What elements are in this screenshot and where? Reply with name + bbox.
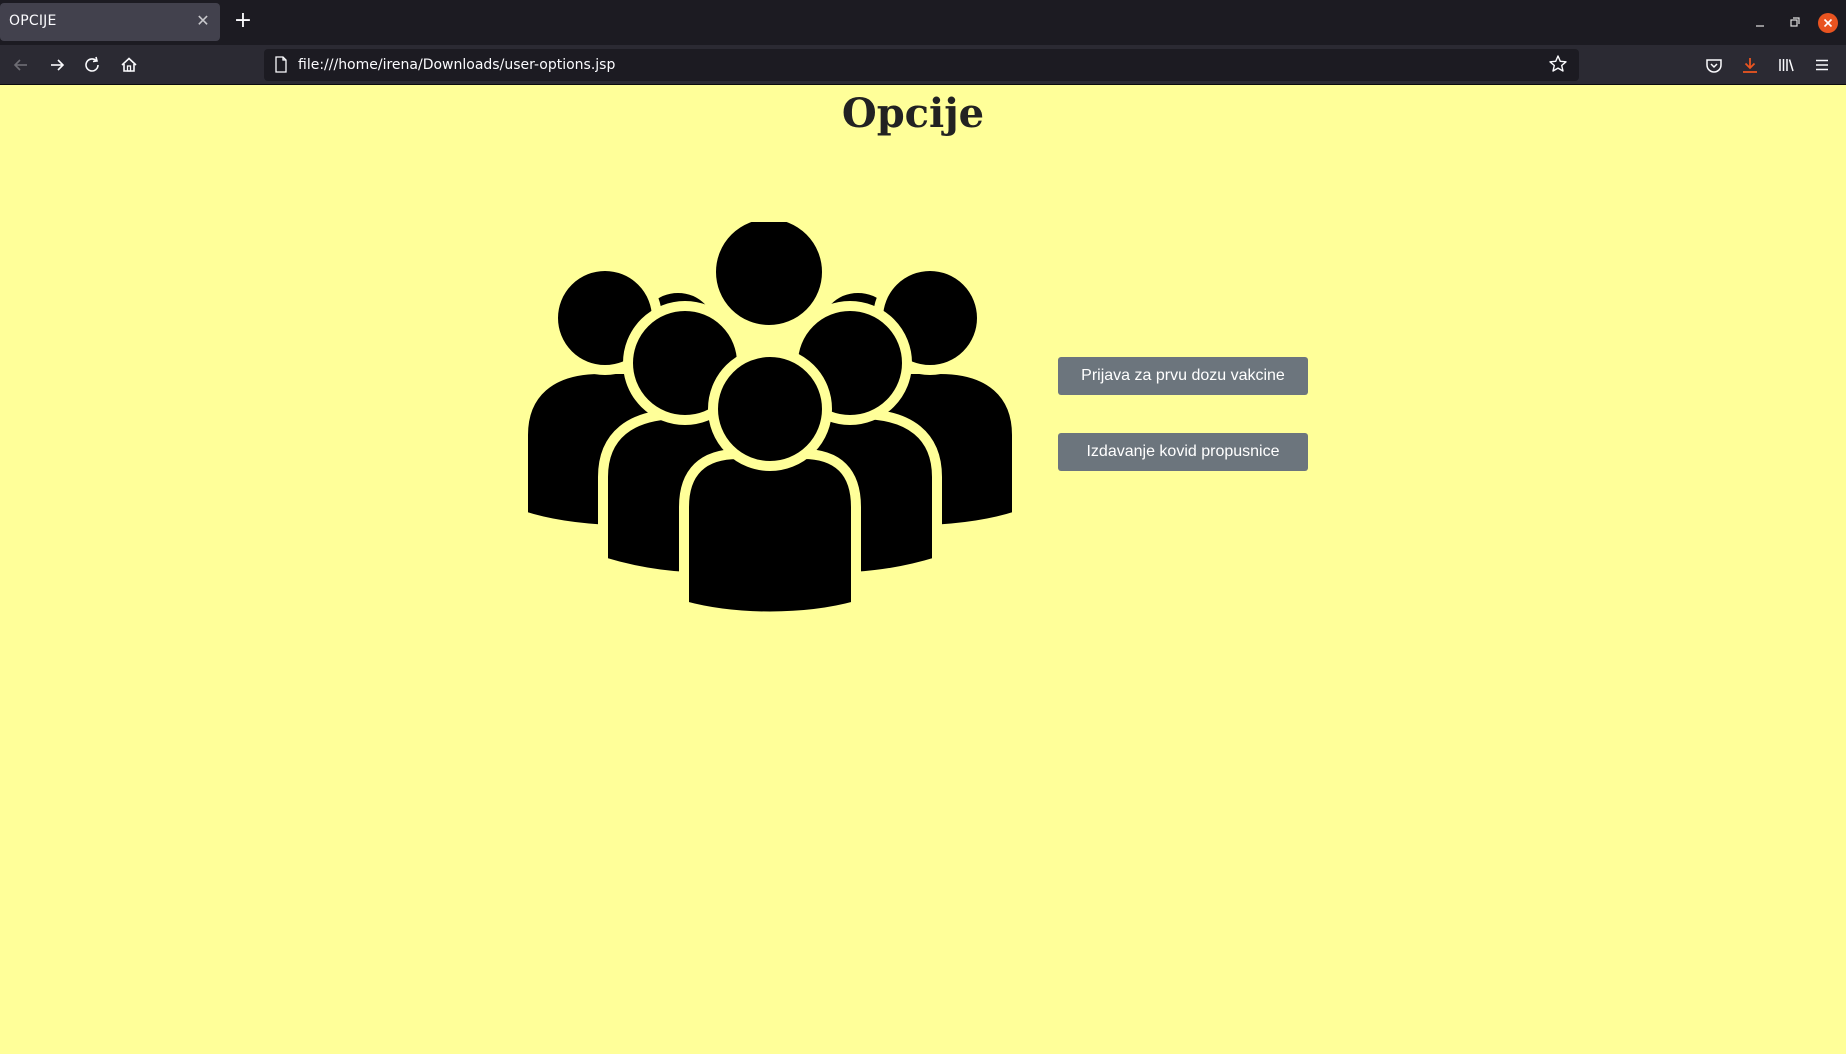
window-close-icon[interactable]: [1818, 13, 1838, 33]
library-icon[interactable]: [1773, 53, 1799, 77]
url-text[interactable]: file:///home/irena/Downloads/user-option…: [298, 57, 615, 73]
menu-icon[interactable]: [1809, 53, 1835, 77]
page-icon: [274, 56, 288, 73]
back-arrow-icon[interactable]: [8, 53, 34, 77]
reload-icon[interactable]: [80, 53, 106, 77]
home-icon[interactable]: [116, 53, 142, 77]
first-dose-registration-button[interactable]: Prijava za prvu dozu vakcine: [1058, 357, 1308, 395]
page-content: Opcije Prijava za prvu dozu vakcine Izda…: [0, 86, 1846, 1054]
tab-close-icon[interactable]: ✕: [194, 12, 212, 30]
covid-pass-button[interactable]: Izdavanje kovid propusnice: [1058, 433, 1308, 471]
tab-bar: OPCIJE ✕ +: [0, 0, 1846, 45]
pocket-icon[interactable]: [1701, 53, 1727, 77]
minimize-icon[interactable]: [1750, 12, 1770, 32]
tab-title: OPCIJE: [9, 13, 57, 29]
navigation-toolbar: file:///home/irena/Downloads/user-option…: [0, 45, 1846, 85]
new-tab-button[interactable]: +: [232, 9, 254, 33]
bookmark-star-icon[interactable]: [1547, 53, 1569, 75]
people-group-icon: [518, 209, 1022, 622]
download-icon[interactable]: [1737, 53, 1763, 77]
address-bar[interactable]: file:///home/irena/Downloads/user-option…: [264, 49, 1579, 81]
restore-icon[interactable]: [1784, 12, 1804, 32]
forward-arrow-icon[interactable]: [44, 53, 70, 77]
browser-tab[interactable]: OPCIJE ✕: [0, 3, 220, 41]
page-title: Opcije: [841, 90, 985, 137]
